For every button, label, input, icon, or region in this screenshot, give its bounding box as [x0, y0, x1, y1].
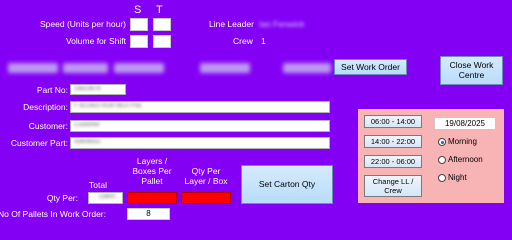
- shift-afternoon-button[interactable]: 14:00 - 22:00: [364, 135, 422, 148]
- qty-per-label: Qty Per:: [46, 193, 78, 203]
- qty-total-value: 13800: [98, 194, 116, 200]
- night-radio[interactable]: [438, 174, 446, 182]
- work-order-number-redacted: [63, 63, 108, 73]
- line-leader-value: Ian Fenwick: [259, 19, 305, 29]
- crew-label: Crew: [233, 36, 253, 46]
- shift-night-button[interactable]: 22:00 - 06:00: [364, 155, 422, 168]
- change-ll-crew-button[interactable]: Change LL / Crew: [364, 175, 422, 197]
- volume-t-field[interactable]: [153, 35, 171, 48]
- speed-s-field[interactable]: [130, 18, 148, 31]
- speed-t-field[interactable]: [153, 18, 171, 31]
- change-ll-crew-label-2: Crew: [384, 186, 402, 195]
- part-no-value: 14823676: [74, 86, 101, 92]
- morning-radio-label: Morning: [448, 137, 477, 146]
- customer-value: Customer: [74, 122, 101, 128]
- qty-per-layer-heading: Qty Per Layer / Box: [180, 166, 232, 186]
- pallets-label: No Of Pallets In Work Order:: [0, 209, 106, 219]
- qty-total-field[interactable]: 13800: [88, 192, 123, 204]
- total-heading: Total: [89, 180, 107, 190]
- column-t-heading: T: [156, 4, 163, 16]
- customer-part-field[interactable]: 43606502: [70, 137, 330, 149]
- customer-part-value: 43606502: [74, 139, 101, 145]
- part-no-field[interactable]: 14823676: [70, 84, 126, 95]
- customer-label: Customer:: [28, 121, 68, 131]
- qty-per-layer-heading-1: Qty Per: [191, 166, 221, 176]
- description-value: F 821453 0026 NES PSE: [74, 103, 143, 109]
- change-ll-crew-label-1: Change LL /: [372, 177, 414, 186]
- layers-heading-3: Pallet: [141, 176, 163, 186]
- set-carton-qty-button[interactable]: Set Carton Qty: [241, 165, 333, 204]
- morning-radio[interactable]: [438, 138, 446, 146]
- qty-per-layer-heading-2: Layer / Box: [184, 176, 228, 186]
- layers-heading-2: Boxes Per: [132, 166, 172, 176]
- volume-s-field[interactable]: [130, 35, 148, 48]
- work-order-number-redacted: [200, 63, 250, 73]
- close-work-centre-label-2: Centre: [458, 70, 485, 80]
- speed-label: Speed (Units per hour): [40, 19, 126, 29]
- column-s-heading: S: [134, 4, 142, 16]
- pallets-field[interactable]: 8: [127, 208, 170, 220]
- customer-field[interactable]: Customer: [70, 120, 330, 132]
- description-field[interactable]: F 821453 0026 NES PSE: [70, 101, 330, 113]
- qty-per-layer-field[interactable]: [181, 192, 231, 204]
- shift-morning-button[interactable]: 06:00 - 14:00: [364, 115, 422, 128]
- work-order-number-redacted: [114, 63, 164, 73]
- customer-part-label: Customer Part:: [10, 138, 68, 148]
- part-no-label: Part No:: [36, 85, 68, 95]
- crew-value: 1: [261, 36, 266, 46]
- line-leader-label: Line Leader: [209, 19, 254, 29]
- shift-date-field[interactable]: 19/08/2025: [434, 117, 496, 130]
- afternoon-radio[interactable]: [438, 156, 446, 164]
- layers-heading: Layers / Boxes Per Pallet: [126, 156, 178, 186]
- volume-label: Volume for Shift: [65, 36, 126, 46]
- work-order-number-redacted: [8, 63, 58, 73]
- description-label: Description:: [23, 102, 68, 112]
- set-work-order-button[interactable]: Set Work Order: [334, 59, 407, 75]
- close-work-centre-label-1: Close Work: [449, 60, 494, 70]
- layers-heading-1: Layers /: [136, 156, 168, 166]
- layers-per-pallet-field[interactable]: [127, 192, 177, 204]
- afternoon-radio-label: Afternoon: [448, 155, 483, 164]
- work-order-number-redacted: [283, 63, 331, 73]
- night-radio-label: Night: [448, 173, 467, 182]
- close-work-centre-button[interactable]: Close Work Centre: [440, 56, 503, 85]
